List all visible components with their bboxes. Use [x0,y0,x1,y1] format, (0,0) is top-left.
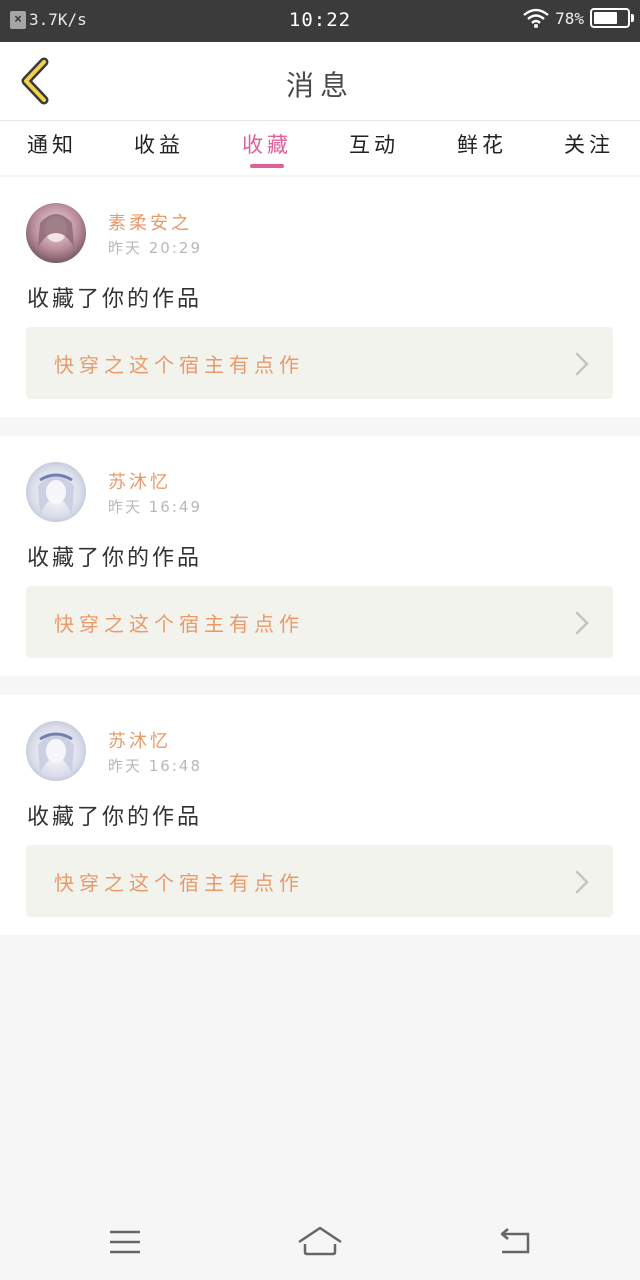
avatar[interactable] [26,721,86,781]
message-card: 苏沐忆 昨天 16:48 收藏了你的作品 快穿之这个宿主有点作 [0,695,640,935]
work-link[interactable]: 快穿之这个宿主有点作 [26,327,613,399]
menu-icon [110,1230,140,1254]
action-text: 收藏了你的作品 [27,287,203,312]
work-link[interactable]: 快穿之这个宿主有点作 [26,845,613,917]
username[interactable]: 苏沐忆 [108,727,171,753]
avatar[interactable] [26,203,86,263]
home-button[interactable] [295,1222,345,1262]
battery-percent: 78% [555,8,584,28]
work-title: 快穿之这个宿主有点作 [54,871,304,895]
active-tab-indicator [250,164,284,168]
tab-interactions[interactable]: 互动 [329,129,419,159]
back-nav-button[interactable] [490,1222,540,1262]
home-icon [298,1226,342,1256]
tab-favorites[interactable]: 收藏 [222,129,312,159]
timestamp: 昨天 20:29 [108,239,202,257]
timestamp: 昨天 16:49 [108,498,202,516]
chevron-right-icon [575,870,589,894]
header-bar: 消息 [0,42,640,121]
username[interactable]: 素柔安之 [108,209,192,235]
status-bar: × 3.7K/s 10:22 78% [0,0,640,42]
work-link[interactable]: 快穿之这个宿主有点作 [26,586,613,658]
chevron-right-icon [575,611,589,635]
battery-level-fill [594,12,618,24]
tab-follows[interactable]: 关注 [544,129,634,159]
tab-notifications[interactable]: 通知 [7,129,97,159]
tab-bar: 通知 收益 收藏 互动 鲜花 关注 [0,121,640,175]
page-title: 消息 [285,69,354,102]
system-nav-bar [0,1200,640,1280]
menu-button[interactable] [100,1222,150,1262]
tab-earnings[interactable]: 收益 [114,129,204,159]
chevron-left-icon [21,57,49,105]
timestamp: 昨天 16:48 [108,757,202,775]
work-title: 快穿之这个宿主有点作 [54,612,304,636]
message-card: 苏沐忆 昨天 16:49 收藏了你的作品 快穿之这个宿主有点作 [0,436,640,676]
chevron-right-icon [575,352,589,376]
action-text: 收藏了你的作品 [27,805,203,830]
avatar[interactable] [26,462,86,522]
wifi-icon [523,8,549,28]
work-title: 快穿之这个宿主有点作 [54,353,304,377]
back-icon [500,1228,530,1254]
tab-flowers[interactable]: 鲜花 [437,129,527,159]
action-text: 收藏了你的作品 [27,546,203,571]
back-button[interactable] [14,56,54,106]
status-right: 78% [523,8,634,28]
username[interactable]: 苏沐忆 [108,468,171,494]
battery-icon [590,8,634,28]
message-card: 素柔安之 昨天 20:29 收藏了你的作品 快穿之这个宿主有点作 [0,177,640,417]
